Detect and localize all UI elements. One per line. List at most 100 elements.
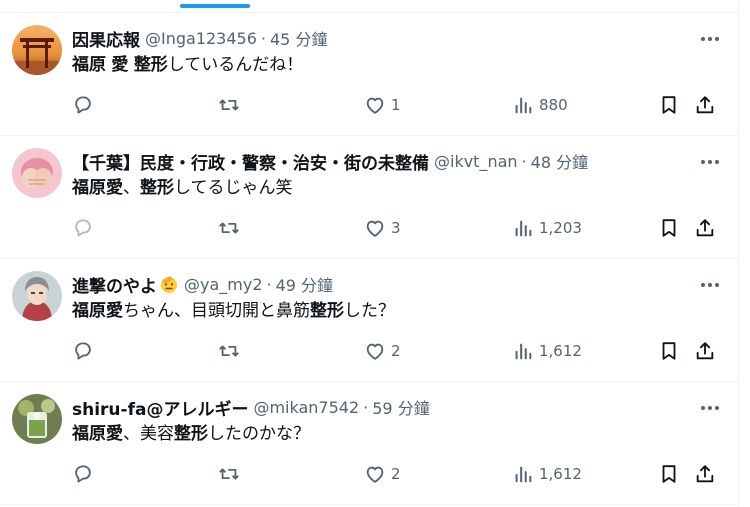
like-count: 2	[391, 465, 401, 483]
reply-button[interactable]	[72, 338, 99, 364]
text-part: 整形	[174, 424, 208, 444]
like-button[interactable]: 3	[364, 215, 401, 241]
share-button[interactable]	[694, 215, 716, 241]
retweet-button[interactable]	[218, 461, 245, 487]
more-icon[interactable]	[698, 275, 722, 295]
action-bar: 2 1,612	[72, 338, 724, 364]
reply-icon	[75, 465, 91, 483]
share-button[interactable]	[694, 92, 716, 118]
tweet[interactable]: 因果応報 @Inga123456 · 45 分鐘 福原 愛 整形しているんだね！…	[0, 13, 738, 136]
share-icon	[696, 342, 714, 360]
display-name[interactable]: 因果応報	[72, 26, 140, 51]
saluting-face-emoji-icon	[161, 276, 177, 293]
bookmark-icon	[662, 342, 676, 360]
timestamp[interactable]: 49 分鐘	[276, 272, 333, 296]
user-handle[interactable]: @Inga123456	[145, 29, 257, 48]
views-icon	[515, 97, 532, 114]
like-button[interactable]: 1	[364, 92, 401, 118]
tweet[interactable]: 進撃のやよ @ya_my2 · 49 分鐘 福原愛ちゃん、目頭切開と鼻筋整形した…	[0, 259, 738, 382]
like-count: 2	[391, 342, 401, 360]
bookmark-icon	[662, 465, 676, 483]
reply-feed: 因果応報 @Inga123456 · 45 分鐘 福原 愛 整形しているんだね！…	[0, 13, 738, 505]
text-part: しているんだね！	[167, 55, 304, 75]
views-count: 1,612	[539, 465, 582, 483]
share-icon	[696, 465, 714, 483]
separator-dot: ·	[363, 397, 369, 417]
text-part: したのかな？	[208, 424, 310, 444]
bookmark-button[interactable]	[658, 338, 680, 364]
drink-avatar[interactable]	[12, 394, 62, 444]
like-count: 1	[391, 96, 401, 114]
views-count: 1,203	[539, 219, 582, 237]
user-handle[interactable]: @ya_my2	[184, 275, 263, 294]
views-icon	[515, 220, 532, 237]
separator-dot: ·	[266, 274, 272, 294]
tweet-header: 因果応報 @Inga123456 · 45 分鐘	[72, 26, 688, 51]
user-handle[interactable]: @ikvt_nan	[434, 152, 518, 171]
anime-character-avatar[interactable]	[12, 271, 62, 321]
retweet-button[interactable]	[218, 92, 245, 118]
hands-heart-avatar[interactable]	[12, 148, 62, 198]
more-icon[interactable]	[698, 398, 722, 418]
reply-icon	[75, 219, 91, 237]
action-bar: 1 880	[72, 92, 724, 118]
bookmark-icon	[662, 219, 676, 237]
timestamp[interactable]: 59 分鐘	[372, 395, 429, 419]
views-icon	[515, 466, 532, 483]
views-icon	[515, 343, 532, 360]
text-part: 福原愛	[72, 424, 123, 444]
text-part: 福原	[72, 55, 106, 75]
tweet-header: shiru-fa@アレルギー @mikan7542 · 59 分鐘	[72, 395, 688, 420]
views-count: 1,612	[539, 342, 582, 360]
text-part: 整形	[133, 55, 168, 75]
user-handle[interactable]: @mikan7542	[253, 398, 359, 417]
text-part: ちゃん、目頭切開と鼻筋	[123, 301, 310, 321]
retweet-button[interactable]	[218, 338, 245, 364]
share-button[interactable]	[694, 338, 716, 364]
views-button[interactable]: 1,203	[512, 215, 582, 241]
like-button[interactable]: 2	[364, 461, 401, 487]
action-bar: 3 1,203	[72, 215, 724, 241]
reply-button[interactable]	[72, 215, 99, 241]
text-part: してるじゃん笑	[174, 178, 293, 198]
views-button[interactable]: 1,612	[512, 338, 582, 364]
timestamp[interactable]: 48 分鐘	[531, 149, 588, 173]
reply-icon	[75, 96, 91, 114]
views-button[interactable]: 1,612	[512, 461, 582, 487]
views-count: 880	[539, 96, 568, 114]
torii-avatar[interactable]	[12, 25, 62, 75]
tweet-header: 【千葉】民度・行政・警察・治安・街の未整備 @ikvt_nan · 48 分鐘	[72, 149, 688, 174]
display-name[interactable]: shiru-fa@アレルギー	[72, 395, 248, 420]
share-icon	[696, 219, 714, 237]
like-button[interactable]: 2	[364, 338, 401, 364]
like-icon	[366, 220, 384, 237]
text-part: 、美容	[123, 424, 174, 444]
timestamp[interactable]: 45 分鐘	[270, 26, 327, 50]
retweet-button[interactable]	[218, 215, 245, 241]
tweet-text: 福原 愛 整形しているんだね！	[72, 53, 303, 77]
bookmark-button[interactable]	[658, 461, 680, 487]
retweet-icon	[219, 99, 239, 111]
tweet-text: 福原愛、美容整形したのかな？	[72, 422, 310, 446]
reply-button[interactable]	[72, 92, 99, 118]
display-name[interactable]: 進撃のやよ	[72, 272, 157, 297]
tweet-text: 福原愛ちゃん、目頭切開と鼻筋整形した？	[72, 299, 395, 323]
like-icon	[366, 466, 384, 483]
display-name[interactable]: 【千葉】民度・行政・警察・治安・街の未整備	[72, 149, 429, 174]
views-button[interactable]: 880	[512, 92, 568, 118]
bookmark-button[interactable]	[658, 92, 680, 118]
text-part: 整形	[140, 178, 174, 198]
reply-button[interactable]	[72, 461, 99, 487]
more-icon[interactable]	[698, 29, 722, 49]
more-icon[interactable]	[698, 152, 722, 172]
tweet[interactable]: shiru-fa@アレルギー @mikan7542 · 59 分鐘 福原愛、美容…	[0, 382, 738, 505]
text-part: 整形	[310, 301, 344, 321]
tweet-header: 進撃のやよ @ya_my2 · 49 分鐘	[72, 272, 688, 297]
bookmark-button[interactable]	[658, 215, 680, 241]
text-part: 福原愛	[72, 178, 123, 198]
retweet-icon	[219, 345, 239, 357]
column-border	[738, 0, 739, 507]
share-button[interactable]	[694, 461, 716, 487]
text-part: 、	[123, 178, 140, 198]
tweet[interactable]: 【千葉】民度・行政・警察・治安・街の未整備 @ikvt_nan · 48 分鐘 …	[0, 136, 738, 259]
